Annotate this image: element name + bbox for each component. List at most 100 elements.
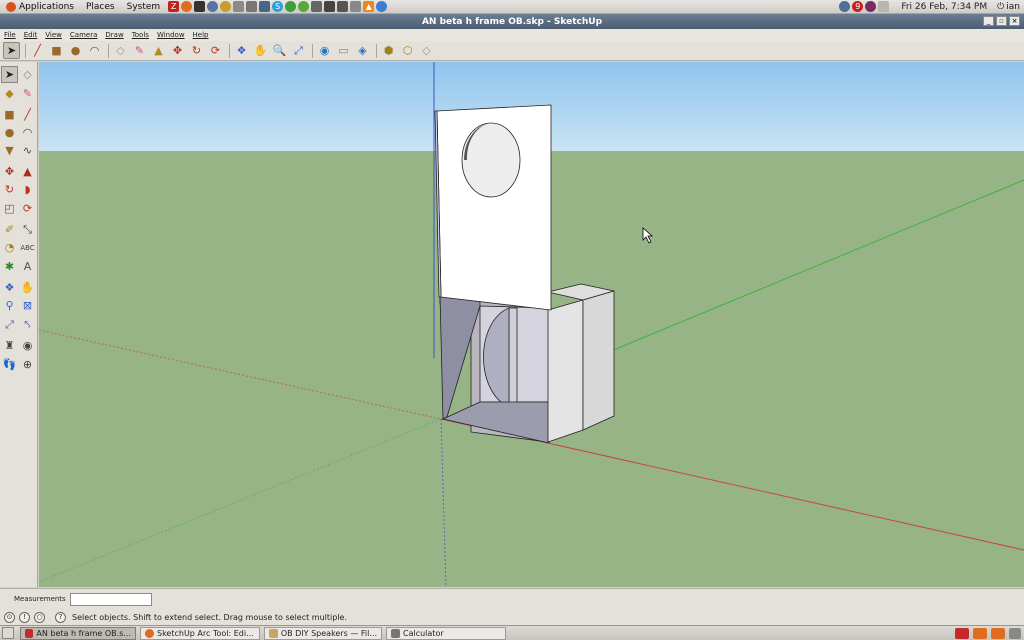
tray-firefox-alt-icon[interactable]	[991, 627, 1005, 639]
rotate-icon[interactable]: ↻	[188, 42, 205, 59]
menu-view[interactable]: View	[41, 31, 66, 39]
task-firefox[interactable]: SketchUp Arc Tool: Edi...	[140, 626, 260, 640]
previous-icon[interactable]: ⤣	[19, 316, 36, 333]
system-menu[interactable]: System	[121, 0, 167, 14]
measurements-input[interactable]	[69, 592, 152, 606]
firefox-icon[interactable]	[181, 1, 193, 12]
lookaround-icon[interactable]: ◉	[19, 337, 36, 354]
zoom-icon[interactable]: ⚲	[1, 297, 18, 314]
credits-icon[interactable]: !	[19, 611, 30, 623]
paint-icon[interactable]: ◆	[1, 85, 18, 102]
move-icon[interactable]: ✥	[169, 42, 186, 59]
clock[interactable]: Fri 26 Feb, 7:34 PM	[901, 2, 987, 12]
model-viewport[interactable]	[39, 62, 1024, 587]
polygon-icon[interactable]: ▼	[1, 142, 18, 159]
zoom-extents-icon[interactable]: ⤢	[1, 316, 18, 333]
user-icon[interactable]: ○	[34, 611, 45, 623]
spotify-icon[interactable]	[298, 1, 310, 12]
zoom-extents-icon[interactable]: ⤢	[290, 42, 307, 59]
protractor-icon[interactable]: ◔	[1, 239, 18, 256]
mail-icon[interactable]	[878, 1, 890, 12]
show-desktop-icon[interactable]	[2, 627, 14, 639]
screenshot-icon[interactable]	[324, 1, 336, 12]
pan-icon[interactable]: ✋	[252, 42, 269, 59]
pidgin-icon[interactable]	[220, 1, 232, 12]
minimize-button[interactable]: _	[983, 16, 994, 26]
position-camera-icon[interactable]: ♜	[1, 337, 18, 354]
menu-camera[interactable]: Camera	[66, 31, 101, 39]
rectangle-icon[interactable]: ■	[1, 106, 18, 123]
offset-icon[interactable]: ⟳	[207, 42, 224, 59]
share-icon[interactable]: ▭	[335, 42, 352, 59]
arc-icon[interactable]: ◠	[86, 42, 103, 59]
rotate-icon[interactable]: ↻	[1, 181, 18, 198]
extension-icon[interactable]: ◇	[418, 42, 435, 59]
chrome-icon[interactable]	[376, 1, 388, 12]
vlc-icon[interactable]: ▲	[363, 1, 375, 12]
menu-edit[interactable]: Edit	[20, 31, 42, 39]
window-title-bar[interactable]: AN beta h frame OB.skp - SketchUp _ ▫ ×	[0, 14, 1024, 29]
geo-location-icon[interactable]: ⊙	[4, 611, 15, 623]
pushpull-icon[interactable]: ▲	[19, 163, 36, 180]
calculator-icon[interactable]	[246, 1, 258, 12]
eye-icon[interactable]	[233, 1, 245, 12]
circle-icon[interactable]: ●	[1, 124, 18, 141]
tools-icon[interactable]	[350, 1, 362, 12]
menu-help[interactable]: Help	[189, 31, 213, 39]
select-icon[interactable]: ➤	[3, 42, 20, 59]
line-icon[interactable]: ╱	[19, 106, 36, 123]
orbit-icon[interactable]: ❖	[1, 279, 18, 296]
terminal-icon[interactable]	[194, 1, 206, 12]
menu-tools[interactable]: Tools	[128, 31, 153, 39]
sync-icon[interactable]	[839, 1, 851, 12]
menu-window[interactable]: Window	[153, 31, 189, 39]
orbit-icon[interactable]: ❖	[233, 42, 250, 59]
component-share-icon[interactable]: ⬡	[399, 42, 416, 59]
network-icon[interactable]	[337, 1, 349, 12]
monitor-icon[interactable]	[259, 1, 271, 12]
places-menu[interactable]: Places	[80, 0, 121, 14]
components-icon[interactable]: ⬢	[380, 42, 397, 59]
user-menu[interactable]: ⏻ ian	[997, 2, 1020, 12]
thunderbird-icon[interactable]	[207, 1, 219, 12]
zoom-window-icon[interactable]: ⊠	[19, 297, 36, 314]
arc-icon[interactable]: ◠	[19, 124, 36, 141]
freehand-icon[interactable]: ∿	[19, 142, 36, 159]
line-icon[interactable]: ╱	[29, 42, 46, 59]
section-icon[interactable]: ⊕	[19, 356, 36, 373]
paint-icon[interactable]: ✎	[131, 42, 148, 59]
menu-draw[interactable]: Draw	[101, 31, 127, 39]
scale-icon[interactable]: ◰	[1, 200, 18, 217]
eraser-icon[interactable]: ✎	[19, 85, 36, 102]
task-file-manager[interactable]: OB DIY Speakers — Fil...	[264, 626, 382, 640]
warehouse-icon[interactable]: ◈	[354, 42, 371, 59]
select-icon[interactable]: ➤	[1, 66, 18, 83]
tray-trash-icon[interactable]	[1009, 627, 1021, 639]
notification-icon[interactable]: 9	[852, 1, 864, 12]
power-icon[interactable]	[865, 1, 877, 12]
task-calculator[interactable]: Calculator	[386, 626, 506, 640]
applications-menu[interactable]: Applications	[0, 0, 80, 14]
3dtext-icon[interactable]: A	[19, 258, 36, 275]
zoom-icon[interactable]: 🔍	[271, 42, 288, 59]
offset-icon[interactable]: ⟳	[19, 200, 36, 217]
component-icon[interactable]: ◇	[19, 66, 36, 83]
followme-icon[interactable]: ◗	[19, 181, 36, 198]
tray-terminal-icon[interactable]	[955, 627, 969, 639]
menu-file[interactable]: File	[0, 31, 20, 39]
notes-icon[interactable]	[311, 1, 323, 12]
tape-icon[interactable]: ✐	[1, 221, 18, 238]
eraser-icon[interactable]: ◇	[112, 42, 129, 59]
skype-icon[interactable]: S	[272, 1, 284, 12]
help-icon[interactable]: ?	[55, 611, 66, 623]
text-icon[interactable]: ABC	[19, 239, 36, 256]
pan-icon[interactable]: ✋	[19, 279, 36, 296]
filezilla-icon[interactable]: Z	[168, 1, 180, 12]
close-button[interactable]: ×	[1009, 16, 1020, 26]
music-icon[interactable]	[285, 1, 297, 12]
move-icon[interactable]: ✥	[1, 163, 18, 180]
axes-icon[interactable]: ✱	[1, 258, 18, 275]
circle-icon[interactable]: ●	[67, 42, 84, 59]
get-models-icon[interactable]: ◉	[316, 42, 333, 59]
walk-icon[interactable]: 👣	[1, 356, 18, 373]
